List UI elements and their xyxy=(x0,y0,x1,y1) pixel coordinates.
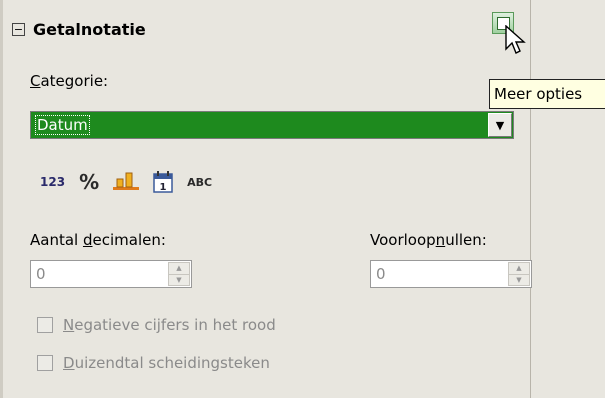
category-select[interactable]: Datum ▼ xyxy=(30,111,514,139)
decimals-spinner-buttons[interactable]: ▲ ▼ xyxy=(168,262,190,286)
properties-panel xyxy=(0,0,530,398)
leading-zeros-label: Voorloopnullen: xyxy=(370,231,487,249)
calendar-icon[interactable]: 1 xyxy=(153,170,173,194)
section-title: Getalnotatie xyxy=(33,20,146,39)
spin-up-icon[interactable]: ▲ xyxy=(509,263,529,275)
leading-zeros-spinner-buttons[interactable]: ▲ ▼ xyxy=(508,262,530,286)
decimals-spinner[interactable]: 0 ▲ ▼ xyxy=(30,260,192,288)
svg-text:1: 1 xyxy=(160,182,167,193)
thousands-separator-label: Duizendtal scheidingsteken xyxy=(63,354,270,372)
checkbox-box[interactable] xyxy=(37,317,53,333)
negative-red-label: Negatieve cijfers in het rood xyxy=(63,316,276,334)
spin-down-icon[interactable]: ▼ xyxy=(169,275,189,286)
spin-down-icon[interactable]: ▼ xyxy=(509,275,529,286)
text-icon[interactable]: ABC xyxy=(187,170,212,194)
section-header[interactable]: − Getalnotatie xyxy=(12,20,146,39)
format-icons: 123 % 1 ABC xyxy=(40,170,226,194)
checkbox-box[interactable] xyxy=(37,355,53,371)
decimals-label: Aantal decimalen: xyxy=(30,231,166,249)
currency-icon[interactable] xyxy=(113,170,140,194)
negative-red-checkbox[interactable]: Negatieve cijfers in het rood xyxy=(37,316,276,334)
thousands-separator-checkbox[interactable]: Duizendtal scheidingsteken xyxy=(37,354,270,372)
panel-left-edge xyxy=(0,0,3,398)
category-selected-value: Datum xyxy=(35,115,90,135)
number-icon[interactable]: 123 xyxy=(40,170,65,194)
tooltip: Meer opties xyxy=(489,79,605,109)
dropdown-arrow-icon[interactable]: ▼ xyxy=(488,113,512,137)
decimals-value: 0 xyxy=(36,265,46,283)
leading-zeros-spinner[interactable]: 0 ▲ ▼ xyxy=(370,260,532,288)
collapse-icon[interactable]: − xyxy=(12,23,25,36)
percent-icon[interactable]: % xyxy=(79,170,99,194)
right-area xyxy=(531,0,605,398)
leading-zeros-value: 0 xyxy=(376,265,386,283)
mouse-pointer-icon xyxy=(505,25,526,54)
spin-up-icon[interactable]: ▲ xyxy=(169,263,189,275)
category-label: Categorie: xyxy=(30,72,109,90)
